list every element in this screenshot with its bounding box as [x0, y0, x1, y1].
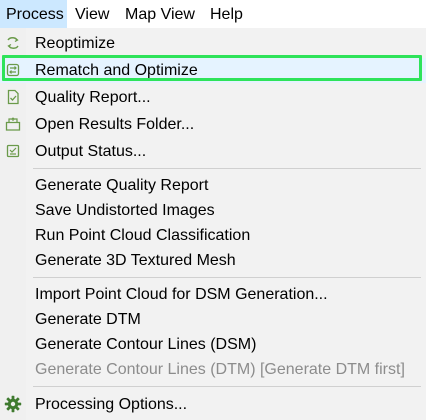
reoptimize-icon: [5, 35, 21, 51]
quality-report-icon: [5, 89, 21, 105]
menu-item-generate-dtm[interactable]: Generate DTM: [0, 307, 426, 332]
application-window: Process View Map View Help Reoptimize Re…: [0, 0, 426, 420]
menu-separator: [33, 386, 421, 387]
menu-item-rematch-and-optimize[interactable]: Rematch and Optimize: [0, 58, 426, 83]
menu-item-generate-3d-textured-mesh[interactable]: Generate 3D Textured Mesh: [0, 248, 426, 273]
menu-item-label: Generate DTM: [35, 311, 141, 328]
gear-icon: [4, 395, 22, 413]
menu-item-label: Import Point Cloud for DSM Generation...: [35, 286, 328, 303]
menu-process[interactable]: Process: [0, 0, 67, 29]
menu-item-label: Run Point Cloud Classification: [35, 227, 251, 244]
menu-separator: [33, 168, 421, 169]
menu-item-generate-contour-lines-dsm[interactable]: Generate Contour Lines (DSM): [0, 332, 426, 357]
menu-item-label: Generate Quality Report: [35, 177, 209, 194]
menu-item-label: Save Undistorted Images: [35, 202, 215, 219]
menu-item-save-undistorted-images[interactable]: Save Undistorted Images: [0, 198, 426, 223]
menu-item-generate-quality-report[interactable]: Generate Quality Report: [0, 173, 426, 198]
menu-item-processing-options[interactable]: Processing Options...: [0, 392, 426, 417]
menu-item-import-point-cloud-dsm[interactable]: Import Point Cloud for DSM Generation...: [0, 282, 426, 307]
menu-item-output-status[interactable]: Output Status...: [0, 139, 426, 164]
menu-separator: [33, 277, 421, 278]
open-folder-icon: [5, 116, 21, 132]
menu-item-label: Generate Contour Lines (DSM): [35, 336, 257, 353]
menu-item-label: Processing Options...: [35, 396, 188, 413]
menu-item-quality-report[interactable]: Quality Report...: [0, 85, 426, 110]
process-dropdown-menu: Reoptimize Rematch and Optimize Quality …: [0, 28, 426, 420]
menu-item-generate-contour-lines-dtm: Generate Contour Lines (DTM) [Generate D…: [0, 357, 426, 382]
menu-item-label: Generate Contour Lines (DTM) [Generate D…: [35, 361, 405, 378]
menu-help[interactable]: Help: [210, 0, 243, 29]
menu-item-open-results-folder[interactable]: Open Results Folder...: [0, 112, 426, 137]
menu-item-label: Reoptimize: [35, 35, 116, 52]
menu-item-label: Output Status...: [35, 143, 147, 160]
menu-view[interactable]: View: [75, 0, 109, 29]
menu-item-label: Open Results Folder...: [35, 116, 195, 133]
menu-item-label: Rematch and Optimize: [35, 62, 198, 79]
rematch-icon: [5, 62, 21, 78]
menu-bar: Process View Map View Help: [0, 0, 426, 29]
menu-item-label: Generate 3D Textured Mesh: [35, 252, 236, 269]
output-status-icon: [5, 143, 21, 159]
menu-item-reoptimize[interactable]: Reoptimize: [0, 31, 426, 56]
menu-item-label: Quality Report...: [35, 89, 151, 106]
menu-item-run-point-cloud-classification[interactable]: Run Point Cloud Classification: [0, 223, 426, 248]
menu-map-view[interactable]: Map View: [125, 0, 195, 29]
